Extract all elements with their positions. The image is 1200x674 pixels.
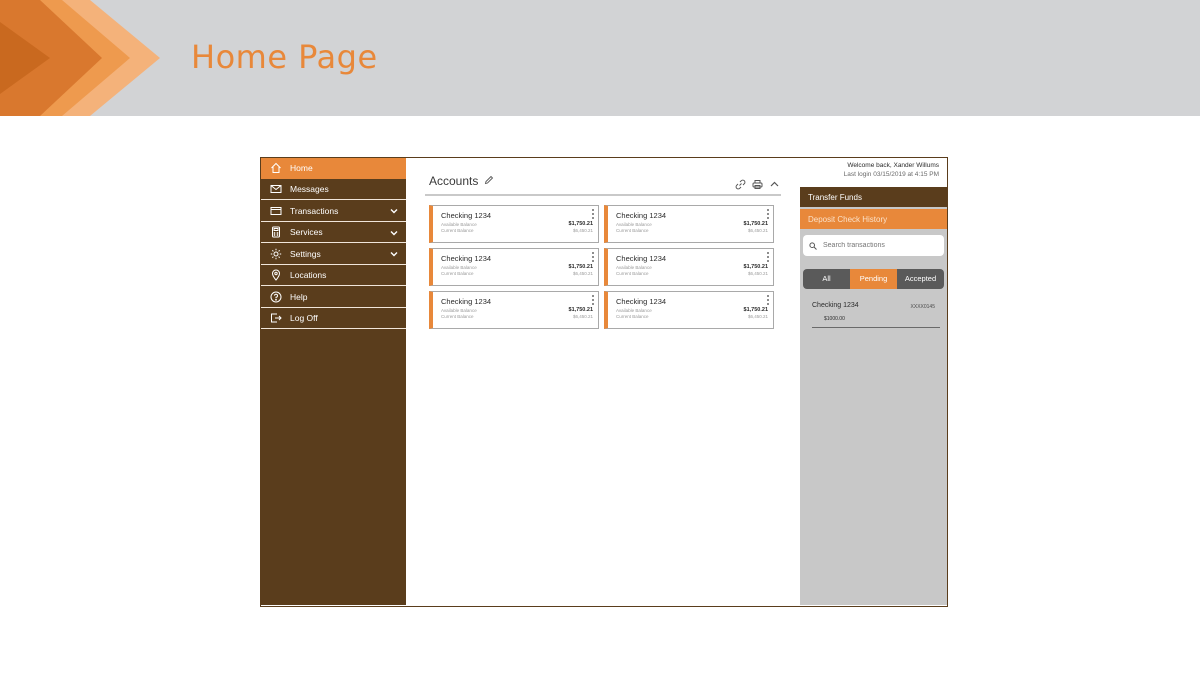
sidebar-item-settings[interactable]: Settings [261,244,406,265]
sidebar-item-label: Transactions [290,205,339,216]
slide-header: Home Page [0,0,1200,116]
account-card[interactable]: Checking 1234 Available Balance Current … [429,248,599,286]
welcome-text: Welcome back, Xander Willums [847,162,939,169]
sidebar-item-locations[interactable]: Locations [261,266,406,286]
sidebar-item-label: Home [290,162,313,173]
calculator-icon [269,225,283,239]
current-balance-value: $6,450.21 [572,271,593,276]
filter-tabs: All Pending Accepted [803,269,944,289]
sidebar-item-transactions[interactable]: Transactions [261,201,406,222]
pencil-icon[interactable] [484,174,494,188]
sidebar-item-label: Locations [290,270,327,281]
divider [425,194,781,196]
available-balance-value: $1,750.21 [568,264,593,270]
sidebar-item-label: Messages [290,184,329,195]
filter-accepted[interactable]: Accepted [897,269,944,289]
card-icon [269,204,283,218]
chevron-up-icon[interactable] [769,177,780,195]
sidebar-item-help[interactable]: Help [261,287,406,308]
accounts-toolbar [735,177,780,195]
sidebar-item-label: Help [290,291,308,302]
link-icon[interactable] [735,177,746,195]
sidebar-item-services[interactable]: Services [261,223,406,243]
gear-icon [269,247,283,261]
account-card[interactable]: Checking 1234 Available Balance Current … [429,205,599,243]
current-balance-value: $6,450.21 [747,271,768,276]
chevron-down-icon[interactable] [389,206,399,216]
right-panel: Welcome back, Xander Willums Last login … [800,158,947,605]
app-window: Home Messages Transactions Services Sett… [260,157,948,607]
filter-all[interactable]: All [803,269,850,289]
page-title: Accounts [429,174,479,188]
current-balance-value: $6,450.21 [747,314,768,319]
account-card[interactable]: Checking 1234 Available Balance Current … [429,291,599,329]
chevron-down-icon[interactable] [389,249,399,259]
chevron-down-icon[interactable] [389,228,399,238]
question-icon [269,290,283,304]
transaction-account: XXXX0145 [910,304,935,310]
more-options-icon[interactable] [766,252,769,262]
account-name: Checking 1234 [616,211,667,220]
available-balance-value: $1,750.21 [568,307,593,313]
sidebar-item-messages[interactable]: Messages [261,180,406,200]
more-options-icon[interactable] [591,295,594,305]
envelope-icon [269,182,283,196]
deposit-check-history-button[interactable]: Deposit Check History [800,209,947,229]
available-balance-value: $1,750.21 [743,221,768,227]
available-balance-value: $1,750.21 [743,264,768,270]
current-balance-value: $6,450.21 [572,228,593,233]
logout-icon [269,311,283,325]
search-icon [809,237,817,255]
sidebar-item-label: Log Off [290,313,318,324]
welcome-banner: Welcome back, Xander Willums Last login … [800,158,947,187]
transaction-item[interactable]: Checking 1234 XXXX0145 $1000.00 [812,302,940,328]
account-card-grid: Checking 1234 Available Balance Current … [429,205,777,329]
account-name: Checking 1234 [441,297,492,306]
chevron-decoration [0,0,160,116]
transaction-name: Checking 1234 [812,302,859,309]
account-card[interactable]: Checking 1234 Available Balance Current … [604,248,774,286]
sidebar: Home Messages Transactions Services Sett… [261,158,406,605]
accounts-section: Accounts Checking 1234 Available Balance… [406,158,800,605]
current-balance-value: $6,450.21 [572,314,593,319]
search-input[interactable] [823,242,933,249]
account-name: Checking 1234 [441,254,492,263]
accounts-header: Accounts [429,174,494,188]
available-balance-value: $1,750.21 [568,221,593,227]
transfer-funds-button[interactable]: Transfer Funds [800,187,947,207]
sidebar-item-label: Services [290,227,323,238]
more-options-icon[interactable] [591,252,594,262]
more-options-icon[interactable] [591,209,594,219]
last-login-text: Last login 03/15/2019 at 4:15 PM [843,171,939,178]
account-card[interactable]: Checking 1234 Available Balance Current … [604,205,774,243]
available-balance-value: $1,750.21 [743,307,768,313]
more-options-icon[interactable] [766,209,769,219]
filter-pending[interactable]: Pending [850,269,897,289]
account-name: Checking 1234 [616,254,667,263]
slide-title: Home Page [191,38,378,76]
transaction-amount: $1000.00 [824,316,845,322]
sidebar-item-home[interactable]: Home [261,158,406,179]
more-options-icon[interactable] [766,295,769,305]
map-pin-icon [269,268,283,282]
account-name: Checking 1234 [616,297,667,306]
current-balance-value: $6,450.21 [747,228,768,233]
sidebar-item-log-off[interactable]: Log Off [261,309,406,329]
search-box [803,235,944,256]
home-icon [269,161,283,175]
printer-icon[interactable] [752,177,763,195]
account-name: Checking 1234 [441,211,492,220]
sidebar-item-label: Settings [290,248,321,259]
account-card[interactable]: Checking 1234 Available Balance Current … [604,291,774,329]
